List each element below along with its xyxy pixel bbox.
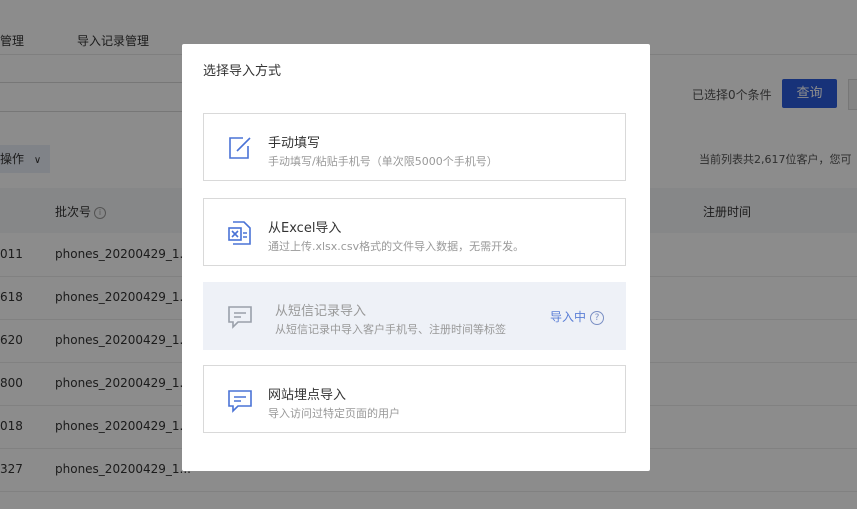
option-desc: 导入访问过特定页面的用户 bbox=[268, 407, 400, 420]
option-title: 从Excel导入 bbox=[268, 221, 342, 236]
option-desc: 通过上传.xlsx.csv格式的文件导入数据，无需开发。 bbox=[268, 240, 525, 253]
import-method-modal: 选择导入方式 手动填写 手动填写/粘贴手机号（单次限5000个手机号） 从Exc… bbox=[182, 44, 650, 471]
message-icon bbox=[226, 386, 254, 414]
option-title: 从短信记录导入 bbox=[275, 304, 367, 319]
option-sms-import: 从短信记录导入 从短信记录中导入客户手机号、注册时间等标签 导入中? bbox=[203, 282, 626, 350]
help-icon[interactable]: ? bbox=[590, 311, 604, 325]
option-excel-import[interactable]: 从Excel导入 通过上传.xlsx.csv格式的文件导入数据，无需开发。 bbox=[203, 198, 626, 266]
option-desc: 从短信记录中导入客户手机号、注册时间等标签 bbox=[275, 323, 506, 336]
modal-title: 选择导入方式 bbox=[203, 64, 282, 79]
message-icon bbox=[226, 302, 254, 330]
excel-icon bbox=[226, 219, 254, 247]
option-manual-input[interactable]: 手动填写 手动填写/粘贴手机号（单次限5000个手机号） bbox=[203, 113, 626, 181]
option-website-tracking-import[interactable]: 网站埋点导入 导入访问过特定页面的用户 bbox=[203, 365, 626, 433]
option-desc: 手动填写/粘贴手机号（单次限5000个手机号） bbox=[268, 155, 498, 168]
importing-status: 导入中? bbox=[550, 308, 604, 325]
option-title: 手动填写 bbox=[268, 136, 321, 151]
option-title: 网站埋点导入 bbox=[268, 388, 347, 403]
edit-icon bbox=[226, 134, 254, 162]
